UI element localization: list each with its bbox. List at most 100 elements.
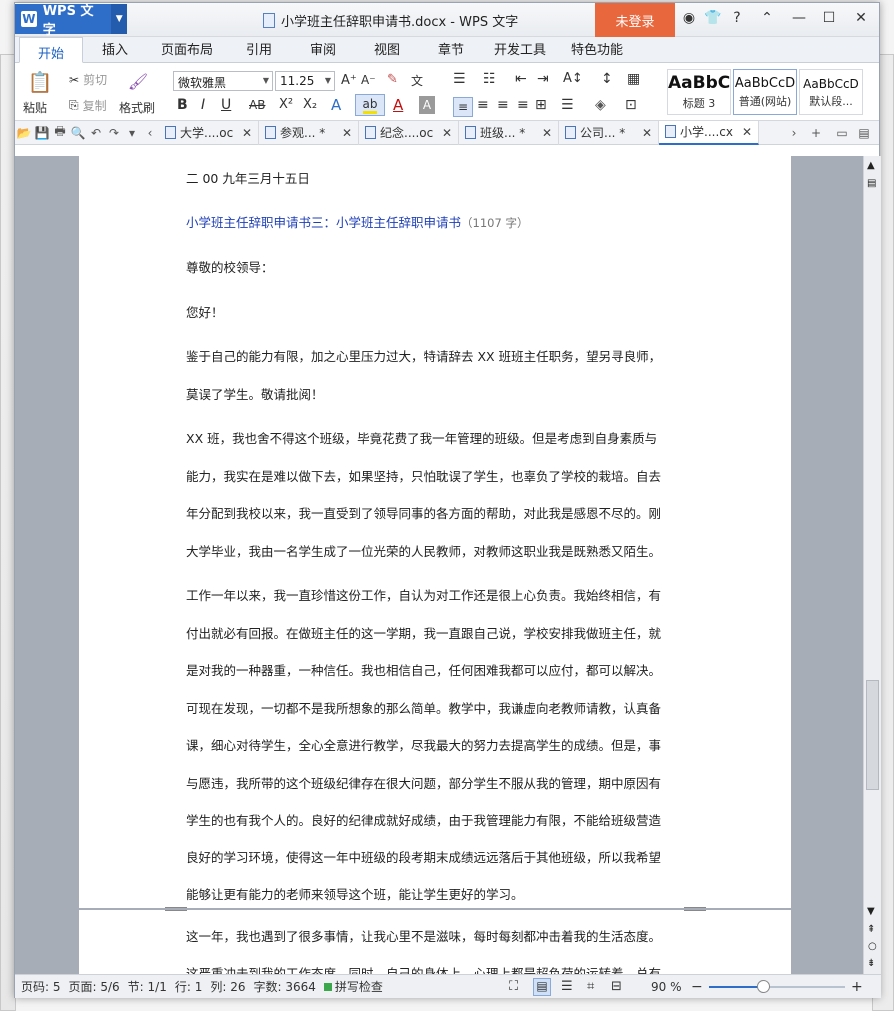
section-heading[interactable]: 小学班主任辞职申请书三：小学班主任辞职申请书（1107 字） xyxy=(186,212,528,231)
close-icon[interactable]: ✕ xyxy=(742,125,752,139)
format-painter-button[interactable]: 格式刷 xyxy=(119,99,155,116)
status-word-count[interactable]: 字数: 3664 xyxy=(253,978,315,995)
help-icon[interactable]: ? xyxy=(727,10,747,26)
scrollbar-thumb[interactable] xyxy=(866,680,879,790)
tab-start[interactable]: 开始 xyxy=(19,37,83,63)
page-view-icon[interactable]: ▤ xyxy=(533,977,551,996)
feedback-icon[interactable]: ◉ xyxy=(679,10,699,26)
doc-tab-active[interactable]: 小学....cx ✕ xyxy=(659,120,759,145)
doc-tab[interactable]: 公司... * ✕ xyxy=(559,120,659,145)
copy-button[interactable]: ⎘ 复制 xyxy=(69,97,107,114)
distribute-icon[interactable]: ⊞ xyxy=(535,97,547,113)
outline-view-icon[interactable]: ☰ xyxy=(561,979,573,994)
font-size-select[interactable]: 11.25 ▼ xyxy=(275,71,335,91)
subscript-icon[interactable]: X₂ xyxy=(303,97,317,112)
chevron-left-icon[interactable]: ‹ xyxy=(141,126,159,140)
bullet-list-icon[interactable]: ☰ xyxy=(453,71,466,87)
close-icon[interactable]: ✕ xyxy=(442,126,452,140)
underline-icon[interactable]: U xyxy=(221,97,231,113)
minimize-icon[interactable]: — xyxy=(789,10,809,26)
document-page[interactable]: 二 00 九年三月十五日 小学班主任辞职申请书三：小学班主任辞职申请书（1107… xyxy=(79,156,791,908)
format-painter-icon[interactable]: 🖌 xyxy=(125,69,151,93)
zoom-slider[interactable] xyxy=(709,980,845,993)
close-icon[interactable]: ✕ xyxy=(542,126,552,140)
tab-list-icon[interactable]: ▭ xyxy=(833,126,851,140)
print-preview-icon[interactable]: 🔍 xyxy=(69,126,87,140)
justify-icon[interactable]: ≡ xyxy=(517,97,529,113)
table-icon[interactable]: ▦ xyxy=(627,71,640,87)
close-icon[interactable]: ✕ xyxy=(642,126,652,140)
vertical-scrollbar[interactable]: ▲ ▤ ▼ ⇞ ○ ⇟ xyxy=(863,156,881,974)
pinyin-icon[interactable]: 文 xyxy=(411,72,423,89)
chinese-layout-icon[interactable]: A↕ xyxy=(563,71,583,86)
next-page-icon[interactable]: ⇟ xyxy=(867,958,875,969)
app-menu-button[interactable]: W WPS 文字 ▼ xyxy=(15,3,127,38)
prev-page-icon[interactable]: ⇞ xyxy=(867,924,875,935)
tab-menu-icon[interactable]: ▤ xyxy=(855,126,873,140)
tab-features[interactable]: 特色功能 xyxy=(557,35,637,62)
decrease-indent-icon[interactable]: ⇤ xyxy=(515,71,527,87)
tab-references[interactable]: 引用 xyxy=(227,35,291,62)
style-heading3[interactable]: AaBbC 标题 3 xyxy=(667,69,731,115)
increase-indent-icon[interactable]: ⇥ xyxy=(537,71,549,87)
chevron-down-icon[interactable]: ▾ xyxy=(123,126,141,140)
tab-insert[interactable]: 插入 xyxy=(83,35,147,62)
spell-check-toggle[interactable]: 拼写检查 xyxy=(323,978,383,995)
scroll-down-icon[interactable]: ▼ xyxy=(867,906,875,917)
close-icon[interactable]: ✕ xyxy=(851,10,871,26)
style-normal-web[interactable]: AaBbCcD 普通(网站) xyxy=(733,69,797,115)
redo-icon[interactable]: ↷ xyxy=(105,126,123,140)
style-default-paragraph[interactable]: AaBbCcD 默认段... xyxy=(799,69,863,115)
reading-view-icon[interactable]: ⊟ xyxy=(611,979,622,994)
doc-tab[interactable]: 大学....oc ✕ xyxy=(159,120,259,145)
scroll-up-icon[interactable]: ▲ xyxy=(867,160,875,171)
text-effect-icon[interactable]: A xyxy=(331,96,341,114)
line-spacing-icon[interactable]: ☰ xyxy=(561,97,574,113)
clear-format-icon[interactable]: ✎ xyxy=(387,72,398,87)
strikethrough-icon[interactable]: AB xyxy=(249,98,265,112)
tab-developer[interactable]: 开发工具 xyxy=(483,35,557,62)
tab-view[interactable]: 视图 xyxy=(355,35,419,62)
border-icon[interactable]: ⊡ xyxy=(625,97,637,113)
paste-button[interactable]: 粘贴 xyxy=(23,99,47,116)
close-icon[interactable]: ✕ xyxy=(342,126,352,140)
cut-button[interactable]: ✂ 剪切 xyxy=(69,71,107,88)
align-left-icon[interactable]: ≡ xyxy=(453,97,473,117)
bold-icon[interactable]: B xyxy=(177,97,188,113)
web-view-icon[interactable]: ⌗ xyxy=(587,979,594,994)
grow-font-icon[interactable]: A⁺ xyxy=(341,73,357,88)
maximize-icon[interactable]: ☐ xyxy=(819,10,839,26)
collapse-ribbon-icon[interactable]: ⌃ xyxy=(757,10,777,26)
doc-tab[interactable]: 纪念....oc ✕ xyxy=(359,120,459,145)
align-center-icon[interactable]: ≡ xyxy=(477,97,489,113)
zoom-out-icon[interactable]: − xyxy=(691,979,703,995)
paste-icon[interactable]: 📋 xyxy=(25,69,55,95)
heading-link[interactable]: 小学班主任辞职申请书三：小学班主任辞职申请书 xyxy=(186,215,461,230)
close-icon[interactable]: ✕ xyxy=(242,126,252,140)
zoom-slider-thumb[interactable] xyxy=(757,980,770,993)
font-name-select[interactable]: 微软雅黑 ▼ xyxy=(173,71,273,91)
align-right-icon[interactable]: ≡ xyxy=(497,97,509,113)
ruler-toggle-icon[interactable]: ▤ xyxy=(867,178,876,189)
superscript-icon[interactable]: X² xyxy=(279,97,293,112)
undo-icon[interactable]: ↶ xyxy=(87,126,105,140)
login-button[interactable]: 未登录 xyxy=(595,3,675,37)
doc-tab[interactable]: 班级... * ✕ xyxy=(459,120,559,145)
zoom-in-icon[interactable]: + xyxy=(851,979,863,995)
document-page[interactable]: 这一年，我也遇到了很多事情，让我心里不是滋味，每时每刻都冲击着我的生活态度。 这… xyxy=(79,910,791,974)
save-icon[interactable]: 💾 xyxy=(33,126,51,140)
sort-icon[interactable]: ↕ xyxy=(601,71,613,87)
skin-icon[interactable]: 👕 xyxy=(703,10,723,26)
chevron-right-icon[interactable]: › xyxy=(785,126,803,140)
zoom-level[interactable]: 90 % xyxy=(651,980,682,994)
browse-object-icon[interactable]: ○ xyxy=(868,941,877,952)
fullscreen-icon[interactable]: ⛶ xyxy=(509,979,518,994)
tab-review[interactable]: 审阅 xyxy=(291,35,355,62)
shrink-font-icon[interactable]: A⁻ xyxy=(361,73,376,87)
doc-tab[interactable]: 参观... * ✕ xyxy=(259,120,359,145)
highlight-button[interactable]: ab xyxy=(355,94,385,116)
print-icon[interactable]: 🖶 xyxy=(51,122,69,143)
char-shading-icon[interactable]: A xyxy=(419,96,435,114)
numbered-list-icon[interactable]: ☷ xyxy=(483,71,496,87)
italic-icon[interactable]: I xyxy=(201,97,205,113)
